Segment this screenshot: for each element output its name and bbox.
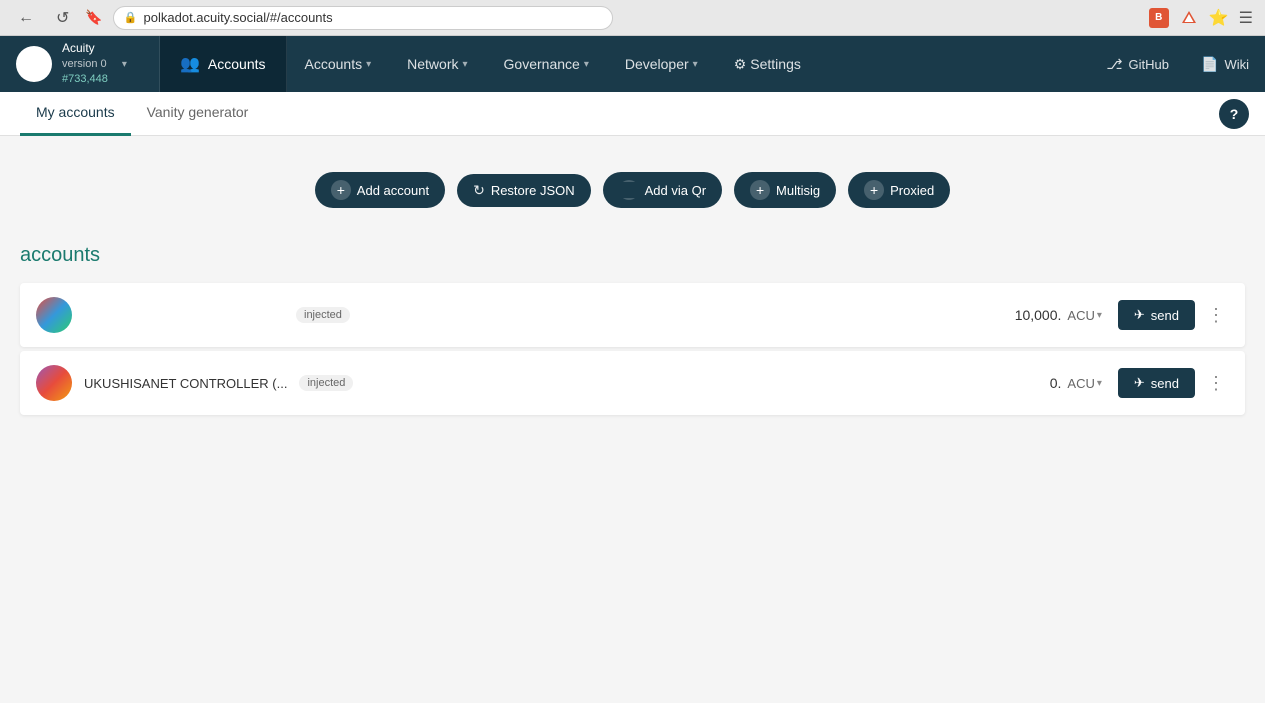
- accounts-section-title: accounts: [20, 244, 1245, 267]
- add-account-label: Add account: [357, 183, 429, 198]
- menu-icon[interactable]: ☰: [1239, 8, 1253, 28]
- nav-item-governance[interactable]: Governance ▾: [486, 36, 607, 92]
- account-badge-2: injected: [299, 375, 353, 391]
- multisig-button[interactable]: + Multisig: [734, 172, 836, 208]
- send-button-2[interactable]: ✈ send: [1118, 368, 1195, 398]
- browser-right-icons: B ⭐ ☰: [1149, 8, 1253, 28]
- settings-icon: ⚙: [734, 56, 747, 73]
- extensions-icon[interactable]: ⭐: [1209, 8, 1229, 28]
- proxied-button[interactable]: + Proxied: [848, 172, 950, 208]
- send-icon-2: ✈: [1134, 375, 1145, 391]
- avatar: [36, 297, 72, 333]
- proxied-label: Proxied: [890, 183, 934, 198]
- nav-item-settings[interactable]: ⚙ Settings: [716, 36, 819, 92]
- lock-icon: 🔒: [124, 11, 138, 24]
- active-tab-accounts[interactable]: 👥 Accounts: [160, 36, 287, 92]
- send-label-2: send: [1151, 376, 1179, 391]
- qr-icon: [619, 180, 639, 200]
- main-content: + Add account ↻ Restore JSON Add via Qr …: [0, 136, 1265, 703]
- app-logo[interactable]: Acuity version 0 #733,448 ▾: [0, 36, 160, 92]
- account-currency-wrap-1: ACU ▾: [1067, 308, 1101, 323]
- bookmark-icon: 🔖: [85, 9, 102, 26]
- tab-my-accounts-label: My accounts: [36, 104, 115, 120]
- wiki-icon: 📄: [1201, 56, 1218, 73]
- accounts-tab-icon: 👥: [180, 54, 200, 74]
- avatar: [36, 365, 72, 401]
- tab-my-accounts[interactable]: My accounts: [20, 92, 131, 136]
- nav-network-label: Network: [407, 56, 458, 72]
- nav-right: ⎇ GitHub 📄 Wiki: [1090, 36, 1265, 92]
- add-account-icon: +: [331, 180, 351, 200]
- brave-triangle-icon[interactable]: [1179, 8, 1199, 28]
- nav-governance-label: Governance: [504, 56, 580, 72]
- send-icon-1: ✈: [1134, 307, 1145, 323]
- app-logo-text: Acuity version 0 #733,448: [62, 40, 108, 88]
- account-currency-wrap-2: ACU ▾: [1067, 376, 1101, 391]
- github-icon: ⎇: [1106, 56, 1122, 73]
- url-text: polkadot.acuity.social/#/accounts: [144, 10, 333, 25]
- nav-governance-chevron: ▾: [584, 59, 589, 70]
- currency-dropdown-2[interactable]: ▾: [1097, 378, 1102, 389]
- add-via-qr-label: Add via Qr: [645, 183, 706, 198]
- send-button-1[interactable]: ✈ send: [1118, 300, 1195, 330]
- help-button[interactable]: ?: [1219, 99, 1249, 129]
- multisig-icon: +: [750, 180, 770, 200]
- browser-bar: ← ↺ 🔖 🔒 polkadot.acuity.social/#/account…: [0, 0, 1265, 36]
- add-via-qr-button[interactable]: Add via Qr: [603, 172, 722, 208]
- address-bar[interactable]: 🔒 polkadot.acuity.social/#/accounts: [113, 6, 613, 30]
- sub-tabs: My accounts Vanity generator ?: [0, 92, 1265, 136]
- active-tab-label: Accounts: [208, 56, 266, 72]
- accounts-section: accounts injected 10,000. ACU ▾ ✈ send ⋮…: [20, 244, 1245, 415]
- nav-accounts-chevron: ▾: [366, 59, 371, 70]
- table-row: injected 10,000. ACU ▾ ✈ send ⋮: [20, 283, 1245, 347]
- add-account-button[interactable]: + Add account: [315, 172, 445, 208]
- github-label: GitHub: [1129, 57, 1169, 72]
- nav-github[interactable]: ⎇ GitHub: [1090, 36, 1185, 92]
- app-version: version 0: [62, 57, 108, 72]
- reload-button[interactable]: ↺: [50, 6, 75, 30]
- action-bar: + Add account ↻ Restore JSON Add via Qr …: [20, 156, 1245, 224]
- nav-developer-chevron: ▾: [693, 59, 698, 70]
- account-currency-2: ACU: [1067, 376, 1094, 391]
- account-balance-2: 0.: [1050, 375, 1062, 391]
- nav-item-network[interactable]: Network ▾: [389, 36, 485, 92]
- wiki-label: Wiki: [1224, 57, 1249, 72]
- app-name: Acuity: [62, 40, 108, 57]
- nav-item-accounts[interactable]: Accounts ▾: [287, 36, 390, 92]
- app-header: Acuity version 0 #733,448 ▾ 👥 Accounts A…: [0, 36, 1265, 92]
- account-badge-1: injected: [296, 307, 350, 323]
- back-button[interactable]: ←: [12, 7, 40, 29]
- more-options-button-1[interactable]: ⋮: [1203, 302, 1229, 328]
- nav-menu: Accounts ▾ Network ▾ Governance ▾ Develo…: [287, 36, 1091, 92]
- logo-dropdown-icon[interactable]: ▾: [122, 59, 127, 70]
- table-row: UKUSHISANET CONTROLLER (... injected 0. …: [20, 351, 1245, 415]
- tab-vanity-generator-label: Vanity generator: [147, 104, 249, 120]
- nav-wiki[interactable]: 📄 Wiki: [1185, 36, 1265, 92]
- nav-accounts-label: Accounts: [305, 56, 363, 72]
- restore-json-label: Restore JSON: [491, 183, 575, 198]
- nav-settings-label: Settings: [750, 56, 801, 72]
- restore-json-button[interactable]: ↻ Restore JSON: [457, 174, 591, 207]
- app-block: #733,448: [62, 72, 108, 87]
- restore-json-icon: ↻: [473, 182, 485, 199]
- account-currency-1: ACU: [1067, 308, 1094, 323]
- multisig-label: Multisig: [776, 183, 820, 198]
- proxied-icon: +: [864, 180, 884, 200]
- tab-vanity-generator[interactable]: Vanity generator: [131, 92, 265, 136]
- nav-network-chevron: ▾: [463, 59, 468, 70]
- send-label-1: send: [1151, 308, 1179, 323]
- nav-item-developer[interactable]: Developer ▾: [607, 36, 716, 92]
- account-name-2: UKUSHISANET CONTROLLER (...: [84, 376, 287, 391]
- nav-developer-label: Developer: [625, 56, 689, 72]
- more-options-button-2[interactable]: ⋮: [1203, 370, 1229, 396]
- brave-shield-icon[interactable]: B: [1149, 8, 1169, 28]
- currency-dropdown-1[interactable]: ▾: [1097, 310, 1102, 321]
- app-avatar: [16, 46, 52, 82]
- help-icon: ?: [1230, 106, 1239, 122]
- account-balance-1: 10,000.: [1015, 307, 1062, 323]
